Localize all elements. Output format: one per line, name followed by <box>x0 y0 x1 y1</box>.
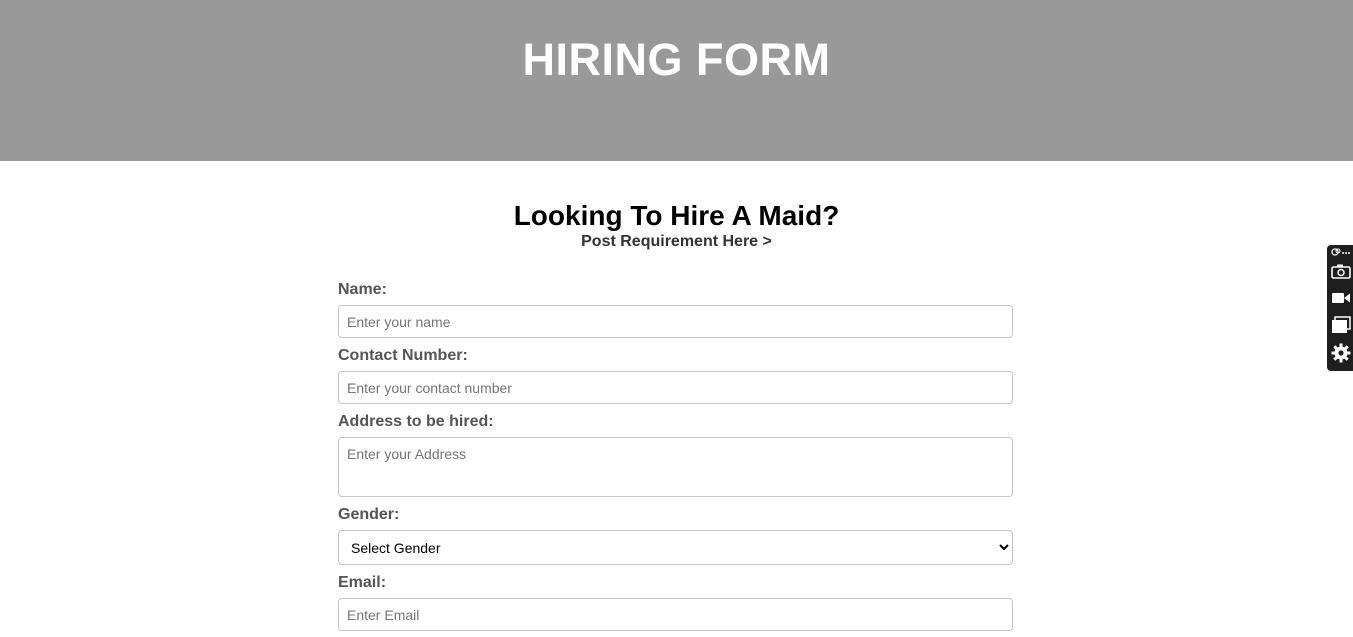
address-label: Address to be hired: <box>338 413 494 430</box>
name-label: Name: <box>338 281 387 298</box>
page-header: HIRING FORM <box>0 0 1353 161</box>
contact-number-input[interactable] <box>338 371 1013 404</box>
name-input[interactable] <box>338 305 1013 338</box>
contact-group: Contact Number: <box>338 346 1013 404</box>
intro-subheading: Post Requirement Here > <box>581 233 772 250</box>
gender-group: Gender: Select Gender <box>338 505 1013 565</box>
intro-heading: Looking To Hire A Maid? <box>513 200 840 231</box>
floating-toolbar <box>1327 245 1353 371</box>
email-group: Email: <box>338 573 1013 631</box>
email-label: Email: <box>338 574 387 591</box>
window-icon[interactable] <box>1330 316 1351 337</box>
page-title: HIRING FORM <box>522 34 831 85</box>
name-group: Name: <box>338 280 1013 338</box>
address-textarea[interactable] <box>338 437 1013 497</box>
gear-icon[interactable] <box>1330 343 1351 364</box>
link-more-icon[interactable] <box>1330 247 1351 261</box>
camera-icon[interactable] <box>1330 262 1351 283</box>
contact-label: Contact Number: <box>338 347 468 364</box>
gender-select[interactable]: Select Gender <box>338 530 1013 565</box>
video-icon[interactable] <box>1330 289 1351 310</box>
address-group: Address to be hired: <box>338 412 1013 502</box>
email-input[interactable] <box>338 598 1013 631</box>
gender-label: Gender: <box>338 506 400 523</box>
